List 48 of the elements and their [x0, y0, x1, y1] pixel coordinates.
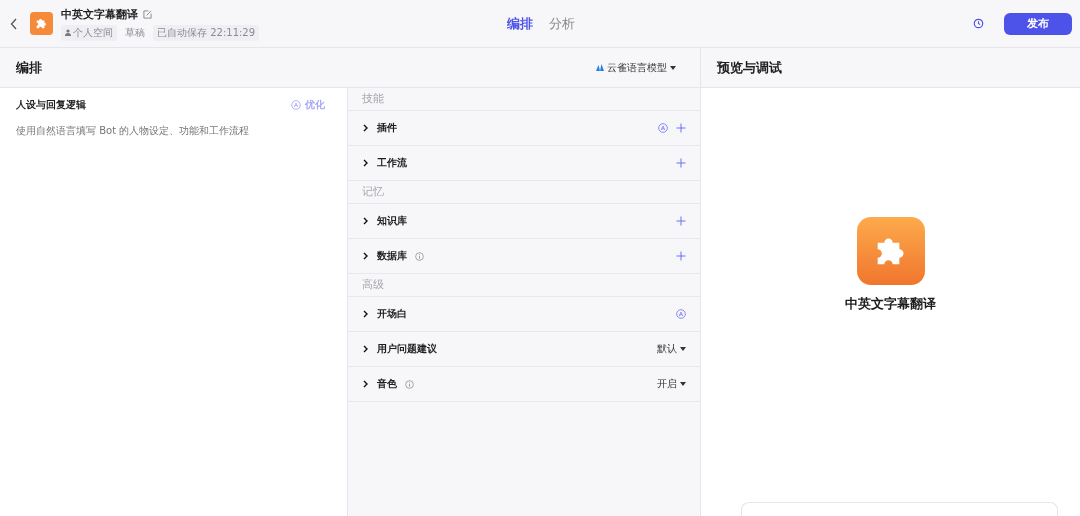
bot-title: 中英文字幕翻译: [61, 6, 138, 22]
history-icon[interactable]: [973, 18, 984, 29]
chevron-icon[interactable]: [362, 380, 369, 388]
group-label: 技能: [362, 92, 384, 106]
person-icon: [65, 29, 71, 36]
publish-button[interactable]: 发布: [1004, 12, 1072, 35]
chevron-icon[interactable]: [362, 159, 369, 167]
model-logo-icon: [596, 64, 604, 71]
option-select[interactable]: 开启: [657, 377, 686, 391]
chat-input[interactable]: [741, 502, 1058, 516]
section-title: 预览与调试: [717, 58, 782, 77]
chevron-icon[interactable]: [362, 310, 369, 318]
bot-name: 中英文字幕翻译: [845, 295, 936, 313]
group-label: 记忆: [362, 185, 384, 199]
item-label: 数据库: [377, 249, 407, 263]
section-title: 编排: [16, 58, 42, 77]
caret-icon: [680, 347, 686, 351]
auto-icon[interactable]: [658, 123, 668, 133]
space-tag: 个人空间: [61, 24, 117, 41]
auto-icon: [291, 100, 301, 110]
chevron-icon[interactable]: [362, 252, 369, 260]
chevron-icon[interactable]: [362, 345, 369, 353]
auto-icon[interactable]: [676, 309, 686, 319]
caret-icon: [680, 382, 686, 386]
edit-icon[interactable]: [143, 9, 152, 19]
persona-title: 人设与回复逻辑: [16, 98, 86, 112]
item-label: 工作流: [377, 156, 407, 170]
back-icon[interactable]: [10, 17, 18, 30]
item-label: 开场白: [377, 307, 407, 321]
add-icon[interactable]: [676, 216, 686, 226]
model-select[interactable]: 云雀语言模型: [596, 60, 676, 75]
add-icon[interactable]: [676, 251, 686, 261]
item-label: 用户问题建议: [377, 342, 437, 356]
bot-avatar-icon: [30, 12, 53, 35]
tab[interactable]: 分析: [544, 14, 580, 33]
status-tag: 草稿: [121, 24, 149, 41]
caret-icon: [670, 65, 676, 70]
group-label: 高级: [362, 278, 384, 292]
add-icon[interactable]: [676, 123, 686, 133]
autosave-text: 已自动保存 22:11:29: [153, 24, 260, 41]
tab[interactable]: 编排: [502, 14, 538, 33]
chevron-icon[interactable]: [362, 217, 369, 225]
chevron-icon[interactable]: [362, 124, 369, 132]
item-label: 知识库: [377, 214, 407, 228]
option-select[interactable]: 默认: [657, 342, 686, 356]
add-icon[interactable]: [676, 158, 686, 168]
item-label: 插件: [377, 121, 397, 135]
item-label: 音色: [377, 377, 397, 391]
